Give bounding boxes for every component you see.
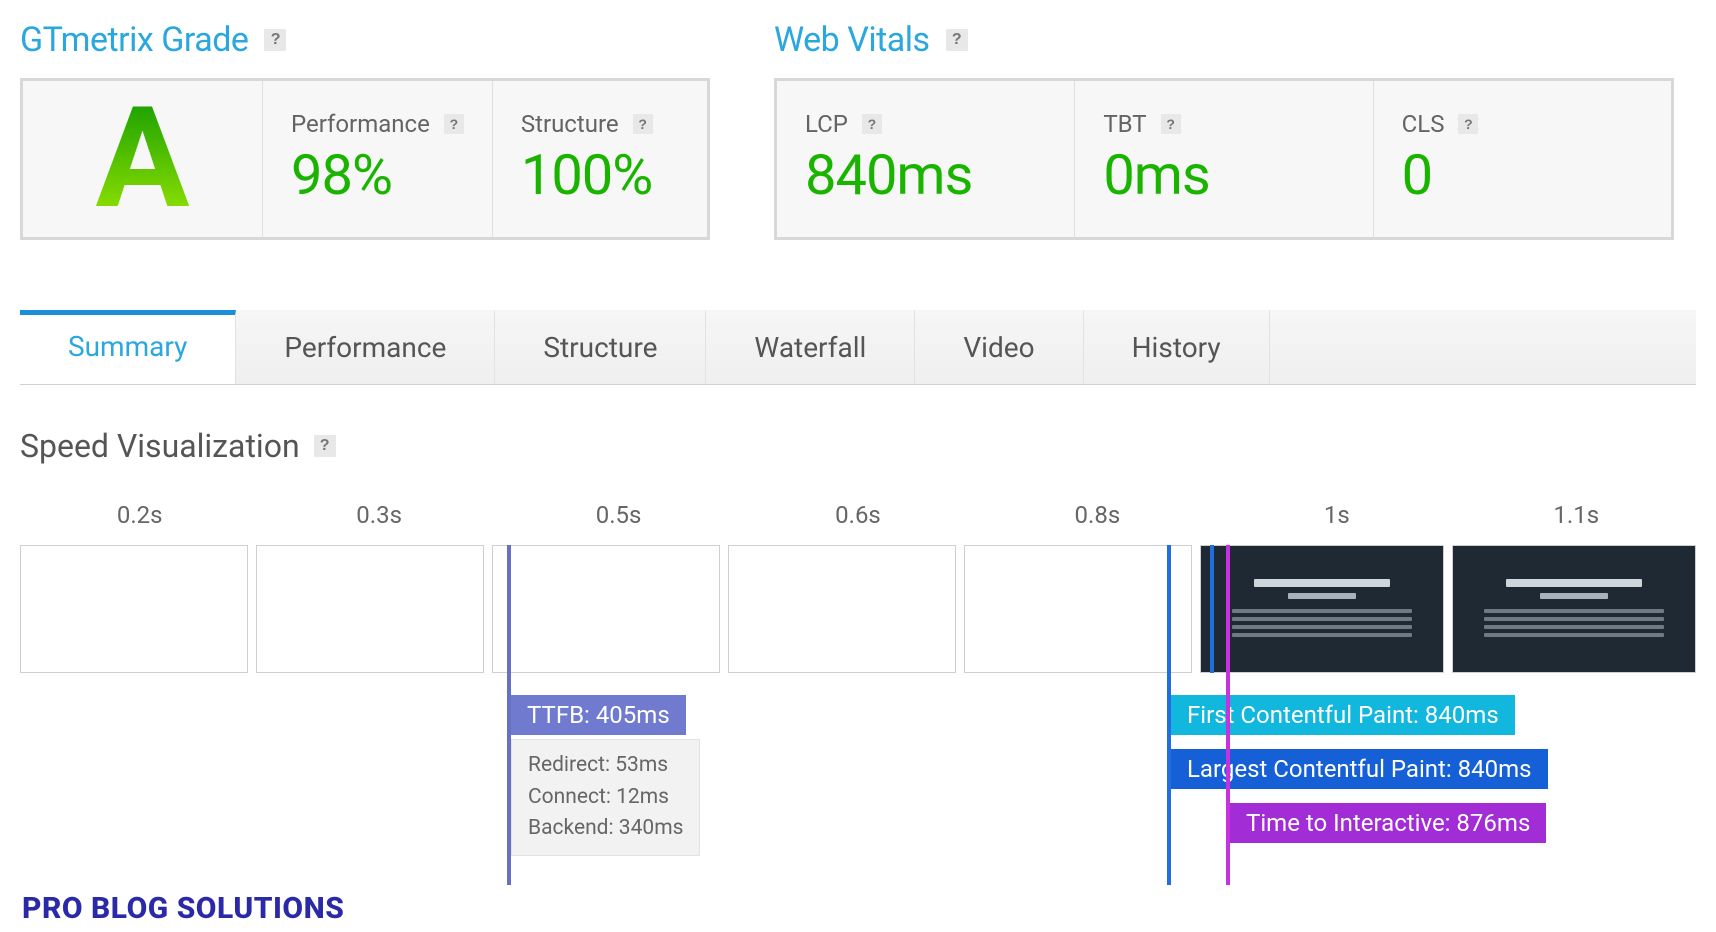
time-tick: 0.6s [738,501,977,545]
ttfb-breakdown: Redirect: 53ms Connect: 12ms Backend: 34… [511,739,700,856]
grade-section-title-text: GTmetrix Grade [20,20,248,60]
performance-label: Performance ? [291,110,464,138]
cls-value: 0 [1402,142,1643,208]
filmstrip-frame [964,545,1192,673]
tbt-label: TBT ? [1103,110,1344,138]
filmstrip-frame-rendered [1452,545,1696,673]
tbt-value: 0ms [1103,142,1344,208]
grade-section-title: GTmetrix Grade ? [20,20,710,60]
speed-visualization-title: Speed Visualization ? [20,427,1696,465]
performance-label-text: Performance [291,110,430,138]
callout-tti: Time to Interactive: 876ms [1230,803,1546,843]
help-icon[interactable]: ? [314,435,336,457]
time-tick: 0.8s [978,501,1217,545]
tab-performance[interactable]: Performance [236,310,495,384]
brand-watermark: PRO BLOG SOLUTIONS [22,891,344,926]
cls-label: CLS ? [1402,110,1643,138]
help-icon[interactable]: ? [1458,114,1478,134]
tab-history[interactable]: History [1084,310,1270,384]
lcp-label-text: LCP [805,110,848,138]
speed-timeline: 0.2s 0.3s 0.5s 0.6s 0.8s 1s 1.1s TTFB: 4… [20,501,1696,875]
marker-lcp [1210,545,1214,673]
vitals-panel: LCP ? 840ms TBT ? 0ms CLS ? 0 [774,78,1674,240]
cls-cell: CLS ? 0 [1374,81,1671,237]
ttfb-redirect: Redirect: 53ms [528,750,683,782]
help-icon[interactable]: ? [264,29,286,51]
filmstrip-frame [20,545,248,673]
lcp-value: 840ms [805,142,1046,208]
vitals-section: Web Vitals ? LCP ? 840ms TBT ? 0ms CLS [774,20,1674,240]
lcp-label: LCP ? [805,110,1046,138]
grade-letter: A [95,89,189,229]
structure-label: Structure ? [521,110,679,138]
help-icon[interactable]: ? [633,114,653,134]
structure-label-text: Structure [521,110,619,138]
time-tick: 0.5s [499,501,738,545]
structure-value: 100% [521,142,679,208]
help-icon[interactable]: ? [946,29,968,51]
time-tick: 1s [1217,501,1456,545]
speed-title-text: Speed Visualization [20,427,300,465]
filmstrip-frame [728,545,956,673]
time-tick: 0.2s [20,501,259,545]
grade-section: GTmetrix Grade ? A Performance ? 98% Str… [20,20,710,240]
structure-cell: Structure ? 100% [493,81,707,237]
tab-summary[interactable]: Summary [20,310,236,384]
tab-waterfall[interactable]: Waterfall [706,310,915,384]
lcp-cell: LCP ? 840ms [777,81,1075,237]
time-tick: 1.1s [1457,501,1696,545]
help-icon[interactable]: ? [862,114,882,134]
ttfb-backend: Backend: 340ms [528,813,683,845]
callout-fcp: First Contentful Paint: 840ms [1171,695,1515,735]
ttfb-connect: Connect: 12ms [528,782,683,814]
vitals-section-title: Web Vitals ? [774,20,1674,60]
filmstrip [20,545,1696,673]
stem-lcp [1167,545,1171,885]
filmstrip-frame-rendered [1200,545,1444,673]
tab-video[interactable]: Video [915,310,1083,384]
time-labels: 0.2s 0.3s 0.5s 0.6s 0.8s 1s 1.1s [20,501,1696,545]
milestone-callouts: TTFB: 405ms Redirect: 53ms Connect: 12ms… [20,695,1696,875]
filmstrip-frame [492,545,720,673]
vitals-section-title-text: Web Vitals [774,20,930,60]
filmstrip-frame [256,545,484,673]
help-icon[interactable]: ? [1161,114,1181,134]
cls-label-text: CLS [1402,110,1445,138]
grade-panel: A Performance ? 98% Structure ? 100% [20,78,710,240]
performance-cell: Performance ? 98% [263,81,493,237]
score-row: GTmetrix Grade ? A Performance ? 98% Str… [20,20,1696,240]
performance-value: 98% [291,142,464,208]
grade-letter-cell: A [23,81,263,237]
tab-structure[interactable]: Structure [495,310,706,384]
tbt-label-text: TBT [1103,110,1146,138]
callout-ttfb: TTFB: 405ms [511,695,686,735]
tbt-cell: TBT ? 0ms [1075,81,1373,237]
time-tick: 0.3s [259,501,498,545]
help-icon[interactable]: ? [444,114,464,134]
tabs-bar: Summary Performance Structure Waterfall … [20,310,1696,385]
